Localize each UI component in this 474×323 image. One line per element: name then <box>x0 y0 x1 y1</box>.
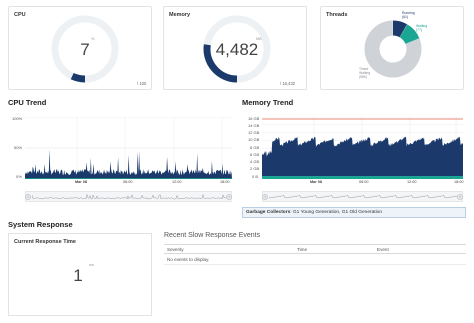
cpu-navigator-sparkline <box>32 193 227 200</box>
cpu-trend-title: CPU Trend <box>8 98 47 107</box>
cpu-y-tick-0: 0% <box>16 174 22 179</box>
memory-navigator-sparkline <box>269 195 458 199</box>
cpu-y-tick-50: 50% <box>14 145 23 150</box>
mem-y-tick-4gb: 4 GB <box>250 159 260 164</box>
slow-events-title: Recent Slow Response Events <box>164 232 261 239</box>
mem-y-tick-0b: 0 B <box>252 174 259 179</box>
cpu-x-tick-1800: 18:00 <box>220 180 230 184</box>
mem-x-tick-1800: 18:00 <box>454 180 464 184</box>
cpu-trend-area <box>25 149 232 179</box>
memory-navigator[interactable]: ‹ › <box>262 191 463 202</box>
mem-y-tick-10gb: 10 GB <box>248 137 260 142</box>
current-response-card: Current Response Time 1 ms <box>8 233 152 316</box>
current-response-title: Current Response Time <box>14 239 76 245</box>
cpu-x-tick-1200: 12:00 <box>172 180 182 184</box>
cpu-unit: % <box>91 37 95 41</box>
mem-nav-line <box>269 195 458 199</box>
memory-value: 4,482 <box>215 40 259 59</box>
pie-label-running-count: (61) <box>402 14 409 19</box>
cpu-nav-line <box>32 193 227 200</box>
mem-y-tick-16gb: 16 GB <box>248 116 260 121</box>
gc-label: Garbage Collectors <box>246 210 291 215</box>
cpu-y-tick-100: 100% <box>12 116 23 121</box>
threads-card-title: Threads <box>326 12 348 18</box>
cpu-x-tick-mar08: Mar 08 <box>75 180 88 184</box>
mem-y-tick-14gb: 14 GB <box>248 123 260 128</box>
current-response-unit: ms <box>89 263 95 267</box>
pie-label-waiting-count: (77) <box>416 27 423 32</box>
column-event[interactable]: Event <box>377 247 389 252</box>
cpu-gauge-value-arc <box>70 72 86 83</box>
memory-trend-chart[interactable] <box>262 117 463 179</box>
mem-x-tick-1200: 12:00 <box>407 180 417 184</box>
cpu-card: CPU 7 % / 100 <box>8 6 152 90</box>
memory-trend-title: Memory Trend <box>242 98 294 107</box>
memory-max: / 16,432 <box>280 81 296 86</box>
mem-y-tick-8gb: 8 GB <box>250 145 260 150</box>
pie-label-timed-waiting: Timed Waiting (589) <box>359 67 377 79</box>
column-severity[interactable]: Severity <box>167 247 184 252</box>
mem-y-tick-2gb: 2 GB <box>250 166 260 171</box>
threads-card: Threads Running (61) Waiting (77) Timed … <box>320 6 464 90</box>
cpu-value: 7 <box>80 40 90 59</box>
events-table-header: Severity Time Event <box>164 244 466 254</box>
mem-x-tick-0600: 06:00 <box>359 180 369 184</box>
mem-x-tick-mar08: Mar 08 <box>310 180 323 184</box>
slow-events-table: Severity Time Event No events to display… <box>164 244 466 265</box>
mem-trend-baseline <box>262 176 463 179</box>
garbage-collectors-bar: Garbage Collectors: G1 Young Generation,… <box>242 207 466 218</box>
cpu-navigator[interactable]: ‹ › <box>25 191 232 202</box>
current-response-value: 1 <box>73 266 83 285</box>
cpu-navigator-left-handle[interactable]: ‹ <box>25 194 31 200</box>
cpu-x-tick-0600: 06:00 <box>123 180 133 184</box>
cpu-navigator-right-handle[interactable]: › <box>226 194 232 200</box>
memory-unit: MB <box>256 37 262 41</box>
gc-value: : G1 Young Generation, G1 Old Generation <box>290 210 383 215</box>
mem-y-tick-12gb: 12 GB <box>248 130 260 135</box>
column-time[interactable]: Time <box>297 247 307 252</box>
threads-slice-0 <box>392 20 408 38</box>
cpu-max: / 100 <box>137 81 147 86</box>
threads-slice-1 <box>399 24 420 45</box>
pie-label-waiting: Waiting (77) <box>416 24 427 33</box>
memory-card: Memory 4,482 MB / 16,432 <box>163 6 307 90</box>
events-empty-message: No events to display. <box>164 254 466 265</box>
mem-trend-area <box>262 136 463 179</box>
memory-card-title: Memory <box>169 12 191 18</box>
mem-y-tick-6gb: 6 GB <box>250 152 260 157</box>
memory-navigator-left-handle[interactable]: ‹ <box>262 194 268 200</box>
system-response-title: System Response <box>8 220 73 229</box>
pie-label-timed-waiting-count: (589) <box>359 74 367 79</box>
pie-label-running: Running (61) <box>402 11 415 20</box>
cpu-card-title: CPU <box>14 12 26 18</box>
cpu-trend-chart[interactable] <box>25 117 232 179</box>
memory-navigator-right-handle[interactable]: › <box>457 194 463 200</box>
